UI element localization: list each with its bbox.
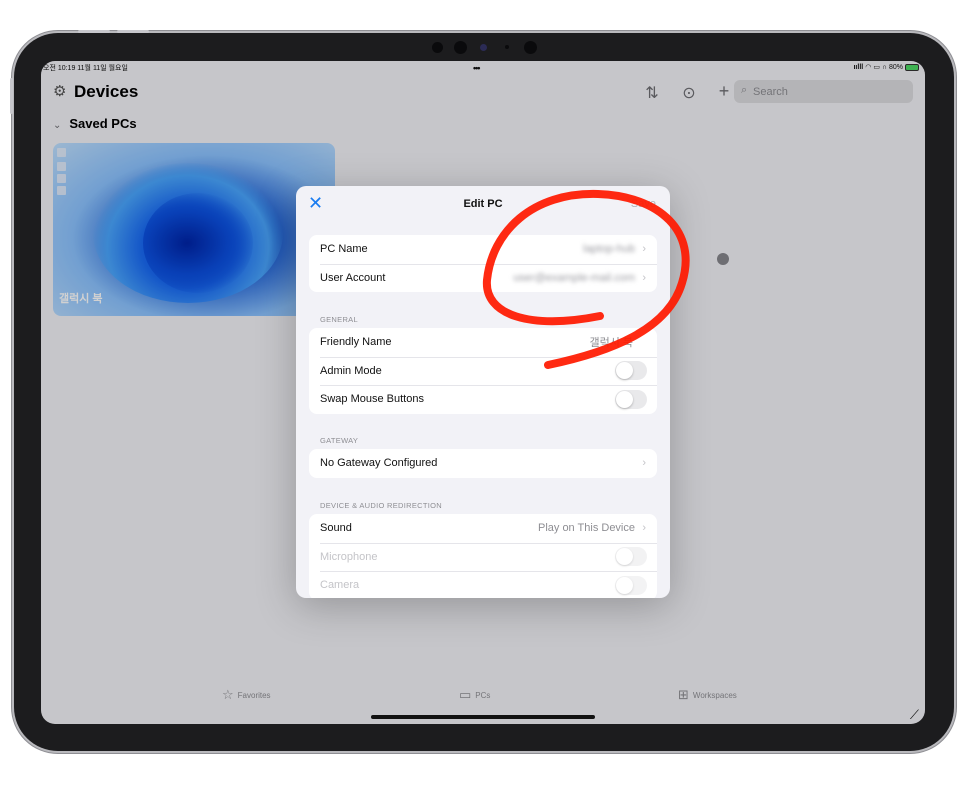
- chevron-right-icon: ›: [642, 522, 646, 535]
- microphone-toggle: [615, 547, 647, 567]
- sensor-dot: [432, 42, 443, 53]
- swap-mouse-buttons-row: Swap Mouse Buttons: [309, 385, 657, 414]
- power-button: [10, 78, 13, 114]
- admin-mode-toggle[interactable]: [615, 361, 647, 381]
- volume-button-bottom: [117, 30, 149, 33]
- sound-row[interactable]: Sound Play on This Device ›: [309, 514, 657, 543]
- row-label: User Account: [320, 271, 386, 284]
- chevron-right-icon: ›: [642, 271, 646, 284]
- user-account-value: user@example-mail.com: [513, 271, 635, 284]
- home-indicator[interactable]: [371, 715, 595, 719]
- sheet-title: Edit PC: [463, 198, 503, 210]
- camera-row: Camera: [309, 571, 657, 598]
- row-label: Microphone: [320, 550, 378, 563]
- front-camera-array: [430, 40, 540, 54]
- swap-mouse-buttons-toggle[interactable]: [615, 389, 647, 409]
- sensor-dot: [524, 41, 537, 54]
- general-section-label: GENERAL: [320, 315, 358, 324]
- sensor-dot: [505, 45, 509, 49]
- gateway-group: No Gateway Configured ›: [309, 449, 657, 478]
- pencil-icon: ⟋: [909, 707, 919, 722]
- camera-lens-icon: [480, 44, 487, 51]
- row-label: Camera: [320, 579, 360, 592]
- save-button[interactable]: Save: [631, 198, 656, 210]
- sound-value: Play on This Device: [537, 522, 635, 535]
- pc-name-row[interactable]: PC Name laptop-hub ›: [309, 235, 657, 264]
- connection-group: PC Name laptop-hub › User Account user@e…: [309, 235, 657, 292]
- row-label: Sound: [320, 522, 352, 535]
- row-label: PC Name: [320, 243, 368, 256]
- chevron-right-icon: ›: [642, 457, 646, 470]
- microphone-row: Microphone: [309, 542, 657, 572]
- friendly-name-row[interactable]: Friendly Name 갤럭시 북: [309, 328, 657, 357]
- gateway-section-label: GATEWAY: [320, 436, 359, 445]
- friendly-name-value: 갤럭시 북: [589, 337, 633, 350]
- sensor-dot: [454, 41, 467, 54]
- edit-pc-sheet: ✕ Edit PC Save PC Name laptop-hub › User…: [296, 186, 670, 598]
- row-label: Swap Mouse Buttons: [320, 393, 424, 406]
- row-label: Friendly Name: [320, 336, 392, 349]
- redirection-section-label: DEVICE & AUDIO REDIRECTION: [320, 501, 442, 510]
- user-account-row[interactable]: User Account user@example-mail.com ›: [309, 263, 657, 293]
- row-label: No Gateway Configured: [320, 457, 438, 470]
- sheet-header: ✕ Edit PC Save: [296, 186, 670, 222]
- admin-mode-row: Admin Mode: [309, 356, 657, 386]
- chevron-right-icon: ›: [642, 243, 646, 256]
- general-group: Friendly Name 갤럭시 북 Admin Mode Swap Mous…: [309, 328, 657, 414]
- pc-name-value: laptop-hub: [583, 243, 635, 256]
- redirection-group: Sound Play on This Device › Microphone C…: [309, 514, 657, 598]
- row-label: Admin Mode: [320, 364, 382, 377]
- volume-button-top: [78, 30, 110, 33]
- pointer-cursor: [717, 253, 729, 265]
- camera-toggle: [615, 575, 647, 595]
- ipad-screen: 오전 10:19 11월 11일 월요일 ••• ıılll ◠ ▭ ∩ 80%…: [41, 61, 925, 724]
- gateway-row[interactable]: No Gateway Configured ›: [309, 449, 657, 478]
